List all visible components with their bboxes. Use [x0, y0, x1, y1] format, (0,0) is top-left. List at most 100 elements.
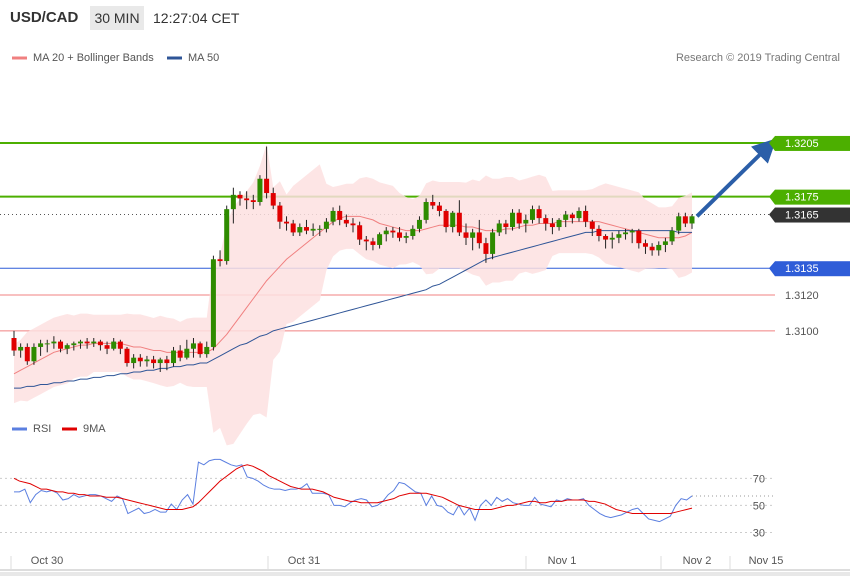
- x-tick-label: Nov 2: [683, 555, 712, 567]
- level-label-1.3100: 1.3100: [785, 326, 819, 338]
- candle-body: [97, 341, 103, 346]
- level-badge-tip-1.3175: [769, 189, 775, 205]
- candle-body: [277, 205, 283, 222]
- candle-body: [536, 209, 542, 219]
- candle-body: [649, 246, 655, 251]
- candle-body: [443, 210, 449, 228]
- candle-body: [24, 346, 30, 362]
- candle-body: [38, 343, 44, 347]
- candle-body: [51, 341, 57, 344]
- candle-body: [11, 338, 17, 351]
- candle-body: [204, 346, 210, 355]
- candle-body: [237, 194, 243, 199]
- candle-body: [463, 232, 469, 238]
- candle-body: [190, 343, 196, 349]
- x-tick-label: Nov 15: [749, 555, 784, 567]
- candle-body: [470, 232, 476, 238]
- candle-body: [117, 341, 123, 349]
- candle-body: [217, 259, 223, 262]
- candle-body: [131, 357, 137, 364]
- candle-body: [44, 343, 50, 345]
- candle-body: [596, 228, 602, 236]
- level-label-1.3120: 1.3120: [785, 290, 819, 302]
- rsi-legend-label: RSI: [33, 423, 51, 435]
- rsi-tick-50: 50: [753, 500, 765, 512]
- candle: [210, 255, 216, 351]
- candle-body: [636, 230, 642, 244]
- candle: [257, 175, 263, 206]
- candle-body: [151, 359, 157, 364]
- candle-body: [397, 232, 403, 238]
- candle-body: [436, 205, 442, 211]
- candle-body: [390, 230, 396, 233]
- candle-body: [430, 202, 436, 206]
- candle-body: [124, 348, 130, 364]
- candle-body: [77, 341, 83, 344]
- candle-body: [682, 216, 688, 224]
- copyright-text: Research © 2019 Trading Central: [676, 52, 840, 64]
- candle-body: [609, 237, 615, 240]
- candle-body: [104, 345, 110, 349]
- x-tick-label: Nov 1: [548, 555, 577, 567]
- candle-body: [603, 236, 609, 240]
- candle-body: [303, 227, 309, 231]
- candle-body: [423, 202, 429, 220]
- candle-body: [250, 200, 256, 202]
- timeframe-badge[interactable]: 30 MIN: [90, 6, 144, 30]
- rsi-tick-30: 30: [753, 527, 765, 539]
- candle-body: [450, 212, 456, 228]
- symbol-title: USD/CAD: [10, 9, 79, 26]
- candle-body: [676, 216, 682, 231]
- candle-body: [290, 223, 296, 233]
- candle-body: [556, 219, 562, 228]
- candle-body: [503, 223, 509, 228]
- ma20-legend-label: MA 20 + Bollinger Bands: [33, 52, 154, 64]
- candle-body: [84, 341, 90, 344]
- level-badge-tip-1.3165: [769, 207, 775, 223]
- candle-body: [58, 341, 64, 349]
- candle-body: [563, 214, 569, 220]
- scrollbar-track: [0, 572, 850, 576]
- ma50-legend-label: MA 50: [188, 52, 219, 64]
- candle-body: [297, 227, 303, 233]
- candle-body: [410, 228, 416, 236]
- candle-body: [669, 230, 675, 242]
- rsi-line: [14, 458, 693, 523]
- candle-body: [656, 244, 662, 251]
- candle-body: [662, 241, 668, 245]
- candle-body: [689, 216, 695, 224]
- candle-body: [543, 218, 549, 224]
- candle-body: [549, 223, 555, 228]
- candle-body: [323, 221, 329, 229]
- candle-body: [343, 219, 349, 224]
- candle-body: [144, 359, 150, 362]
- main-legend: MA 20 + Bollinger Bands MA 50 Research © 2…: [12, 52, 840, 64]
- candle-body: [64, 345, 70, 349]
- candle-body: [377, 234, 383, 245]
- candle-body: [496, 223, 502, 233]
- candle-body: [111, 341, 117, 349]
- candle-body: [642, 243, 648, 247]
- candle-body: [576, 210, 582, 219]
- candle-body: [629, 230, 635, 233]
- candle-body: [516, 212, 522, 224]
- rsi-tick-70: 70: [753, 473, 765, 485]
- candle-body: [523, 219, 529, 224]
- level-label-1.3205: 1.3205: [785, 138, 819, 150]
- candle-body: [456, 212, 462, 233]
- candle-body: [197, 343, 203, 355]
- candle-body: [157, 359, 163, 364]
- candle-body: [357, 225, 363, 240]
- candle-body: [416, 219, 422, 229]
- candle-body: [31, 346, 37, 362]
- rsi-legend: RSI 9MA: [12, 423, 106, 435]
- candle-body: [476, 232, 482, 244]
- candle-body: [264, 178, 270, 194]
- x-tick-label: Oct 31: [288, 555, 320, 567]
- candle-body: [184, 348, 190, 358]
- candle-body: [616, 234, 622, 238]
- forecast-arrow: [695, 138, 777, 218]
- candle-body: [91, 341, 97, 344]
- timestamp: 12:27:04 CET: [153, 10, 240, 26]
- candle-body: [310, 228, 316, 231]
